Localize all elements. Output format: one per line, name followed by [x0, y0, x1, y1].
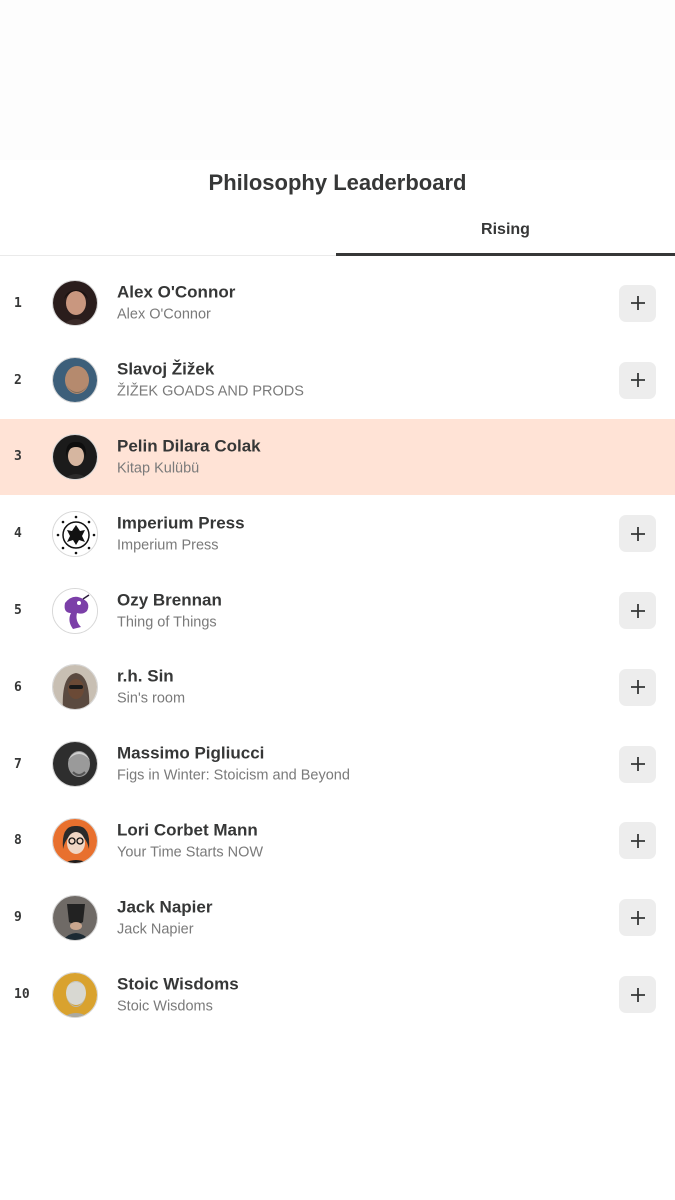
subscribe-button[interactable]	[619, 592, 656, 630]
marble-bust-icon	[52, 971, 98, 1018]
portrait-bearded-man-icon	[52, 357, 98, 404]
list-item[interactable]: 9 Jack Napier Jack Napier	[0, 879, 675, 956]
publication-name: Thing of Things	[117, 614, 217, 631]
plus-icon	[630, 373, 645, 388]
author-name: Imperium Press	[117, 513, 245, 533]
list-item[interactable]: 3 Pelin Dilara Colak Kitap Kulübü	[0, 418, 675, 496]
publication-name: Imperium Press	[117, 537, 219, 554]
portrait-hooded-man-icon	[52, 664, 98, 711]
subscribe-button[interactable]	[619, 361, 656, 399]
rank-number: 6	[14, 679, 22, 695]
page-title: Philosophy Leaderboard	[208, 170, 467, 195]
portrait-bw-man-icon	[52, 741, 98, 788]
publication-name: Your Time Starts NOW	[117, 844, 264, 861]
publication-name: ŽIŽEK GOADS AND PRODS	[117, 383, 304, 400]
portrait-woman-icon	[52, 433, 98, 480]
author-name: Massimo Pigliucci	[117, 743, 265, 763]
subscribe-button[interactable]	[619, 515, 656, 553]
tab-rising[interactable]: Rising	[336, 206, 675, 256]
rank-number: 7	[14, 756, 22, 772]
rank-number: 8	[14, 833, 22, 849]
list-item[interactable]: 1 Alex O'Connor Alex O'Connor	[0, 265, 675, 342]
list-item[interactable]: 5 Ozy Brennan Thing of Things	[0, 572, 675, 649]
publication-name: Figs in Winter: Stoicism and Beyond	[117, 767, 350, 784]
subscribe-button[interactable]	[619, 899, 656, 937]
plus-icon	[630, 296, 645, 311]
top-spacer	[0, 0, 675, 160]
plus-icon	[630, 603, 645, 618]
tab-left[interactable]	[0, 206, 336, 256]
plus-icon	[630, 987, 645, 1002]
portrait-dark-hair-icon	[52, 280, 98, 327]
publication-name: Alex O'Connor	[117, 306, 211, 323]
subscribe-button[interactable]	[619, 668, 656, 706]
author-name: Pelin Dilara Colak	[117, 436, 261, 456]
author-name: Lori Corbet Mann	[117, 820, 258, 840]
author-name: Slavoj Žižek	[117, 359, 215, 379]
rank-number: 3	[14, 449, 22, 465]
plus-icon	[630, 833, 645, 848]
rank-number: 2	[14, 372, 22, 388]
list-item[interactable]: 10 Stoic Wisdoms Stoic Wisdoms	[0, 956, 675, 1033]
publication-name: Kitap Kulübü	[117, 460, 200, 477]
author-name: Stoic Wisdoms	[117, 974, 239, 994]
portrait-woman-glasses-icon	[52, 817, 98, 864]
rank-number: 10	[14, 987, 30, 1003]
list-item[interactable]: 7 Massimo Pigliucci Figs in Winter: Stoi…	[0, 726, 675, 803]
eagle-emblem-icon	[52, 510, 98, 557]
author-name: Alex O'Connor	[117, 282, 236, 302]
list-item[interactable]: 2 Slavoj Žižek ŽIŽEK GOADS AND PRODS	[0, 342, 675, 419]
publication-name: Stoic Wisdoms	[117, 998, 213, 1015]
tab-bar: Rising	[0, 206, 675, 256]
author-name: Ozy Brennan	[117, 590, 222, 610]
plus-icon	[630, 910, 645, 925]
rank-number: 1	[14, 295, 22, 311]
author-name: Jack Napier	[117, 897, 213, 917]
leaderboard-list: 1 Alex O'Connor Alex O'Connor 2 Slavoj Ž…	[0, 265, 675, 1033]
plus-icon	[630, 526, 645, 541]
rank-number: 9	[14, 910, 22, 926]
list-item[interactable]: 6 r.h. Sin Sin's room	[0, 649, 675, 726]
rank-number: 4	[14, 526, 22, 542]
portrait-masked-figure-icon	[52, 894, 98, 941]
subscribe-button[interactable]	[619, 745, 656, 783]
author-name: r.h. Sin	[117, 666, 174, 686]
subscribe-button[interactable]	[619, 976, 656, 1014]
publication-name: Sin's room	[117, 690, 186, 707]
rank-number: 5	[14, 603, 22, 619]
subscribe-button[interactable]	[619, 284, 656, 322]
list-item[interactable]: 4 Imperium Press Imperium Press	[0, 495, 675, 572]
purple-creature-icon	[52, 587, 98, 634]
subscribe-button[interactable]	[619, 822, 656, 860]
plus-icon	[630, 680, 645, 695]
list-item[interactable]: 8 Lori Corbet Mann Your Time Starts NOW	[0, 803, 675, 880]
plus-icon	[630, 757, 645, 772]
publication-name: Jack Napier	[117, 921, 194, 938]
